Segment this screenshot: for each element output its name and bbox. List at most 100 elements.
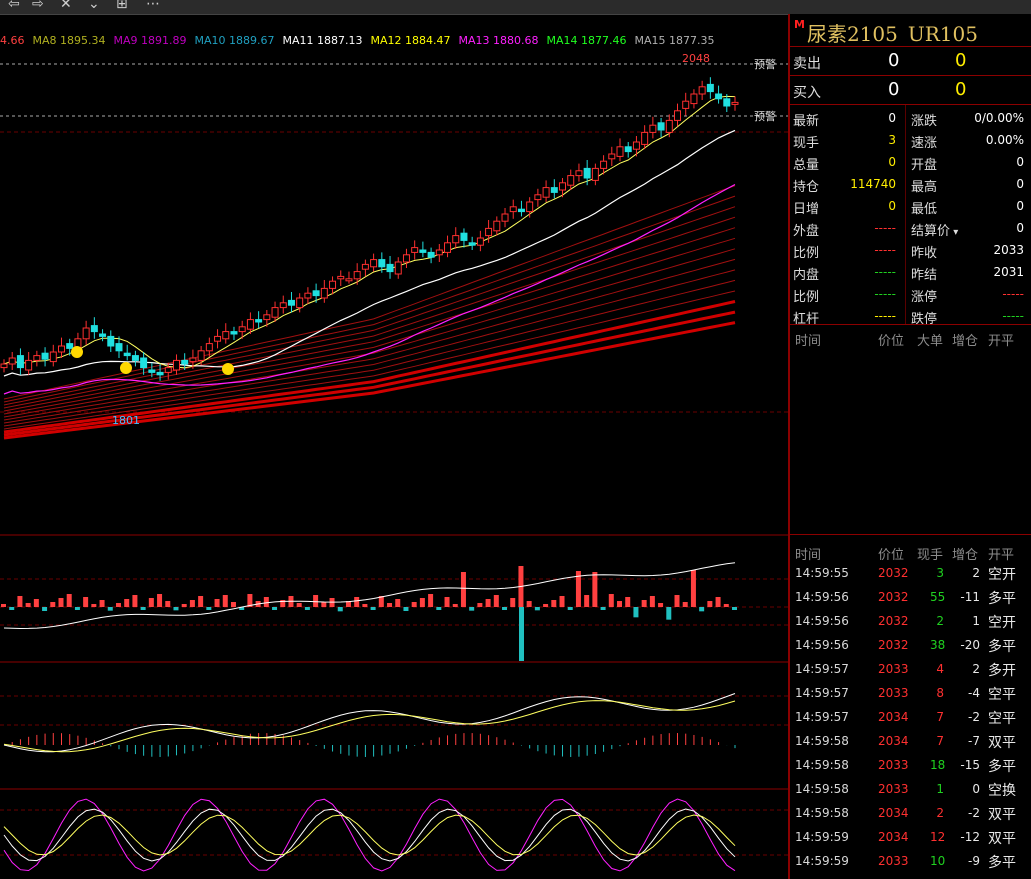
toolbar: ⇦ ⇨ ✕ ⌄ ⊞ ⋯ <box>0 0 1031 15</box>
tape-row: 14:59:57 2033 4 2 多开 <box>795 662 1016 679</box>
buy-row[interactable]: 买入 0 0 <box>790 76 1031 104</box>
stat-label: 涨停 <box>911 290 938 305</box>
stat-value: ----- <box>874 309 896 323</box>
candle-body <box>107 335 115 347</box>
tape-type: 空开 <box>988 567 1016 583</box>
ma-legend-item: 4.66 <box>0 34 25 47</box>
tape-time: 14:59:59 <box>795 830 849 844</box>
dropdown-icon[interactable]: ▾ <box>950 227 958 238</box>
candle-body <box>419 249 427 253</box>
tape-time: 14:59:58 <box>795 734 849 748</box>
candle-body <box>345 278 353 282</box>
stat-label: 最新 <box>793 114 820 129</box>
candle-body <box>591 167 599 181</box>
candle-body <box>66 343 74 349</box>
stat-label: 昨收 <box>911 246 938 261</box>
tape-row: 14:59:55 2032 3 2 空开 <box>795 566 1016 583</box>
stat-right_stats-0: 涨跌 0/0.00% <box>911 107 1024 129</box>
candle-body <box>246 319 254 330</box>
layout-icon[interactable]: ⊞ <box>116 0 128 12</box>
candle-body <box>140 357 148 369</box>
volume-bar <box>337 607 343 612</box>
tape-row: 14:59:56 2032 2 1 空开 <box>795 614 1016 631</box>
volume-bar <box>469 607 475 611</box>
forward-arrow-icon[interactable]: ⇨ <box>32 0 44 12</box>
stat-left_stats-5: 外盘 ----- <box>793 217 896 239</box>
tape-row: 14:59:56 2032 55 -11 多平 <box>795 590 1016 607</box>
candle-body <box>197 350 205 361</box>
tape-type: 双平 <box>988 831 1016 847</box>
volume-bar <box>354 597 360 607</box>
tape-header: 时间 价位 现手 增仓 开平 <box>795 548 1015 563</box>
candle-body <box>131 355 139 361</box>
tape-time: 14:59:56 <box>795 614 849 628</box>
candle-body <box>230 331 238 335</box>
tape-time: 14:59:58 <box>795 782 849 796</box>
tape-oi: -15 <box>960 758 980 772</box>
candle-body <box>632 141 640 150</box>
volume-bar <box>58 598 64 607</box>
candle-body <box>49 351 57 363</box>
stat-label: 最低 <box>911 202 938 217</box>
candle-body <box>279 302 287 309</box>
tape-type: 双平 <box>988 807 1016 823</box>
volume-bar <box>83 597 89 607</box>
stat-label: 现手 <box>793 136 820 151</box>
volume-bar <box>263 597 269 607</box>
candle-body <box>723 98 731 107</box>
tape-time: 14:59:58 <box>795 806 849 820</box>
ma-legend-item: MA9 1891.89 <box>113 34 187 47</box>
candlestick-chart[interactable]: 20481801预警预警 <box>0 14 788 879</box>
sell-volume: 0 <box>955 50 967 71</box>
kdj-d-line <box>3 814 736 856</box>
low-price-label: 1801 <box>112 414 140 427</box>
tape-oi: -4 <box>968 686 980 700</box>
candle-body <box>123 352 131 357</box>
tape-oi: -20 <box>960 638 980 652</box>
candle-body <box>575 170 583 177</box>
ma-legend-item: MA11 1887.13 <box>282 34 363 47</box>
close-icon[interactable]: ✕ <box>60 0 72 12</box>
candle-body <box>90 325 98 333</box>
volume-bar <box>690 570 696 607</box>
volume-bar <box>682 602 688 607</box>
tape-row: 14:59:58 2033 1 0 空换 <box>795 782 1016 799</box>
stat-right_stats-7: 昨结 2031 <box>911 261 1024 283</box>
candle-body <box>263 314 271 321</box>
volume-bar <box>321 602 327 607</box>
candle-body <box>509 206 517 213</box>
volume-bar <box>395 599 401 607</box>
stat-value: 114740 <box>850 177 896 191</box>
candle-body <box>222 331 230 340</box>
smiley-icon <box>222 363 234 375</box>
candle-body <box>41 352 49 360</box>
volume-bar <box>436 607 442 610</box>
volume-bar <box>165 601 171 607</box>
stat-value: 0/0.00% <box>974 111 1024 125</box>
more-icon[interactable]: ⋯ <box>146 0 160 12</box>
tape-type: 空平 <box>988 711 1016 727</box>
tape-vol: 7 <box>936 710 944 724</box>
candle-body <box>468 242 476 246</box>
stat-left_stats-2: 总量 0 <box>793 151 896 173</box>
tape-time: 14:59:56 <box>795 590 849 604</box>
chevron-down-icon[interactable]: ⌄ <box>88 0 100 12</box>
stat-label: 总量 <box>793 158 820 173</box>
candle-body <box>550 187 558 193</box>
stat-right_stats-8: 涨停 ----- <box>911 283 1024 305</box>
volume-bar <box>370 607 376 610</box>
ma-fan-line <box>3 185 736 400</box>
stat-value: ----- <box>874 287 896 301</box>
volume-bar <box>502 607 508 610</box>
tape-type: 双平 <box>988 735 1016 751</box>
volume-bar <box>189 600 195 607</box>
candle-body <box>402 254 410 263</box>
stat-label: 持仓 <box>793 180 820 195</box>
stat-value: ----- <box>1002 309 1024 323</box>
buy-price: 0 <box>888 79 900 100</box>
volume-bar <box>33 599 39 607</box>
back-arrow-icon[interactable]: ⇦ <box>8 0 20 12</box>
sell-row[interactable]: 卖出 0 0 <box>790 47 1031 75</box>
candle-body <box>641 131 649 145</box>
tape-oi: -11 <box>960 590 980 604</box>
